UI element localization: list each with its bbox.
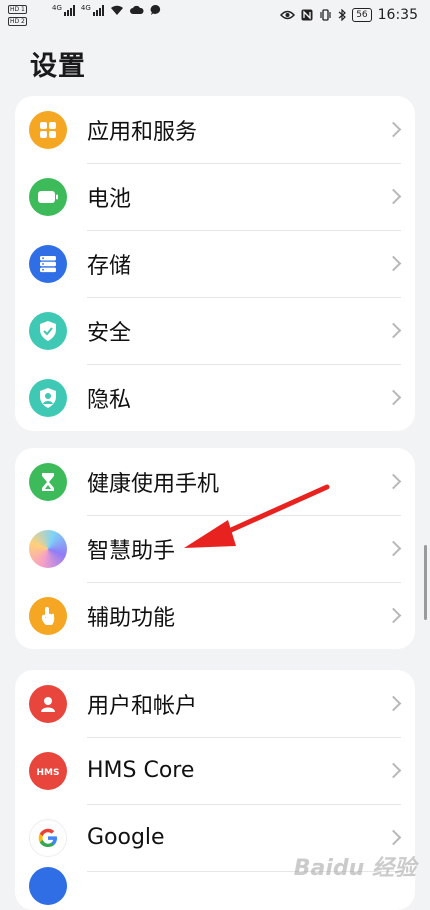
watermark: Baidu 经验 bbox=[293, 856, 416, 881]
annotation-arrow-icon bbox=[184, 484, 330, 548]
